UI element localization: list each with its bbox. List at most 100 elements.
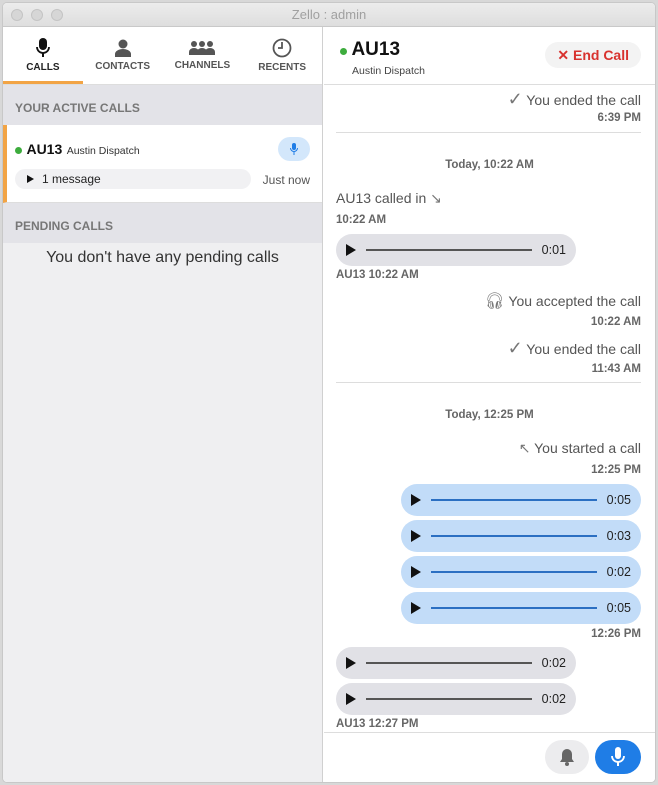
audio-track[interactable] (431, 535, 597, 537)
checkmark-icon: ✓ (507, 338, 523, 358)
audio-track[interactable] (431, 571, 597, 573)
alert-button[interactable] (545, 740, 589, 774)
conversation-panel: AU13 Austin Dispatch ✕ End Call ✓ You en… (324, 27, 655, 782)
event-time: 10:22 AM (336, 214, 387, 226)
minimize-window-button[interactable] (31, 9, 43, 21)
person-icon (114, 39, 131, 57)
event-ended-call: ✓ You ended the call (508, 89, 641, 110)
tab-recents[interactable]: RECENTS (242, 27, 322, 84)
audio-track[interactable] (366, 698, 532, 700)
incoming-audio-message[interactable]: 0:02 (336, 647, 576, 679)
pending-empty-text: You don't have any pending calls (46, 249, 279, 266)
active-call-item[interactable]: AU13 Austin Dispatch 1 message Just now (3, 125, 322, 203)
event-text: You started a call (534, 440, 641, 456)
audio-duration: 0:02 (606, 565, 631, 579)
group-icon (189, 41, 216, 55)
mic-icon (611, 747, 625, 766)
incoming-arrow-icon: ↘ (430, 190, 442, 206)
play-icon[interactable] (411, 494, 421, 506)
event-time: 6:39 PM (597, 112, 641, 124)
tab-contacts[interactable]: CONTACTS (83, 27, 163, 84)
clock-icon (272, 38, 292, 58)
conversation-title: AU13 (340, 39, 400, 61)
play-icon[interactable] (346, 657, 356, 669)
audio-track[interactable] (431, 607, 597, 609)
title-bar: Zello : admin (3, 3, 655, 27)
play-icon[interactable] (346, 244, 356, 256)
event-text: You ended the call (526, 341, 641, 357)
tab-label: CHANNELS (174, 60, 231, 71)
mic-icon (35, 38, 50, 57)
event-started-call: ↖ You started a call (519, 440, 641, 457)
online-status-dot (15, 147, 22, 154)
message-pill[interactable]: 1 message (15, 169, 251, 189)
play-icon[interactable] (411, 530, 421, 542)
audio-track[interactable] (431, 499, 597, 501)
active-calls-header: YOUR ACTIVE CALLS (3, 85, 322, 125)
bottom-bar (324, 732, 655, 782)
message-count: 1 message (42, 172, 101, 186)
event-time: 11:43 AM (591, 363, 641, 375)
call-mic-button[interactable] (278, 137, 310, 161)
outgoing-audio-message[interactable]: 0:05 (401, 484, 641, 516)
divider (336, 382, 641, 383)
outgoing-audio-message[interactable]: 0:02 (401, 556, 641, 588)
conversation-subtitle: Austin Dispatch (352, 65, 425, 77)
conversation-name: AU13 (351, 39, 401, 60)
conversation-header: AU13 Austin Dispatch ✕ End Call (324, 27, 655, 85)
tab-label: CALLS (26, 62, 60, 73)
event-accepted-call: 🎧︎ You accepted the call (484, 291, 641, 311)
sidebar: CALLS CONTACTS CHANNELS RECENTS YOUR ACT… (3, 27, 323, 782)
event-text: You ended the call (526, 92, 641, 108)
message-feed[interactable]: ✓ You ended the call 6:39 PM Today, 10:2… (324, 85, 655, 732)
call-subtitle: Austin Dispatch (66, 145, 140, 157)
audio-duration: 0:05 (606, 601, 631, 615)
outgoing-audio-message[interactable]: 0:05 (401, 592, 641, 624)
headset-icon: 🎧︎ (484, 293, 505, 310)
event-ended-call: ✓ You ended the call (508, 338, 641, 359)
audio-track[interactable] (366, 249, 532, 251)
event-time: 12:25 PM (591, 464, 641, 476)
call-time: Just now (262, 173, 310, 187)
audio-meta: 12:26 PM (591, 628, 641, 640)
zoom-window-button[interactable] (51, 9, 63, 21)
close-window-button[interactable] (11, 9, 23, 21)
outgoing-audio-message[interactable]: 0:03 (401, 520, 641, 552)
incoming-audio-message[interactable]: 0:01 (336, 234, 576, 266)
end-call-label: End Call (572, 47, 629, 63)
mic-icon (290, 143, 298, 155)
tab-label: RECENTS (258, 62, 307, 73)
tab-label: CONTACTS (95, 61, 151, 72)
audio-duration: 0:02 (541, 656, 566, 670)
end-call-button[interactable]: ✕ End Call (545, 42, 641, 68)
tab-calls[interactable]: CALLS (3, 27, 83, 84)
play-icon[interactable] (411, 566, 421, 578)
tab-channels[interactable]: CHANNELS (163, 27, 243, 84)
audio-meta: AU13 10:22 AM (336, 269, 419, 281)
audio-duration: 0:03 (606, 529, 631, 543)
pending-calls-header: PENDING CALLS (3, 203, 322, 243)
play-icon[interactable] (411, 602, 421, 614)
bell-icon (560, 749, 574, 766)
play-icon[interactable] (346, 693, 356, 705)
audio-duration: 0:01 (541, 243, 566, 257)
audio-meta: AU13 12:27 PM (336, 718, 419, 730)
online-status-dot (340, 48, 347, 55)
event-called-in: AU13 called in ↘ (336, 190, 442, 207)
incoming-audio-message[interactable]: 0:02 (336, 683, 576, 715)
outgoing-arrow-icon: ↖ (518, 440, 531, 456)
day-label: Today, 12:25 PM (445, 409, 534, 421)
play-icon (27, 175, 34, 183)
app-window: Zello : admin CALLS CONTACTS CHANNELS RE… (2, 2, 656, 783)
audio-duration: 0:02 (541, 692, 566, 706)
push-to-talk-button[interactable] (595, 740, 641, 774)
event-text: You accepted the call (508, 293, 641, 309)
call-name: AU13 (26, 141, 63, 157)
checkmark-icon: ✓ (507, 89, 523, 109)
day-label: Today, 10:22 AM (445, 159, 534, 171)
event-text: AU13 called in (336, 190, 427, 206)
audio-duration: 0:05 (606, 493, 631, 507)
audio-track[interactable] (366, 662, 532, 664)
tab-bar: CALLS CONTACTS CHANNELS RECENTS (3, 27, 322, 85)
event-time: 10:22 AM (590, 316, 641, 328)
